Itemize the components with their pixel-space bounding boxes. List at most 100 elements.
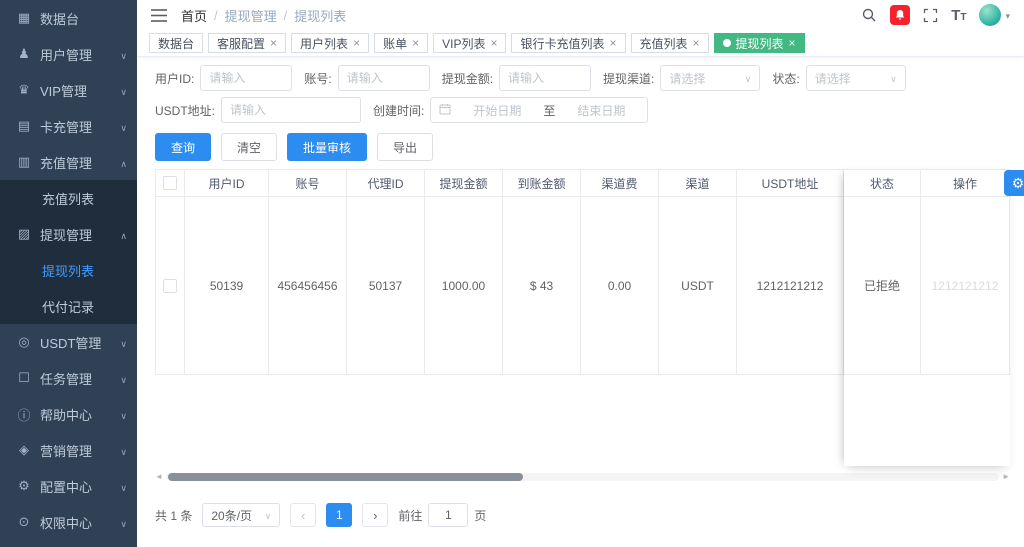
table-settings-gear-icon[interactable] [1004, 170, 1024, 196]
tags-view: 数据台 客服配置 用户列表 账单 VIP列表 银行卡充值列表 充值列表 提现列表 [137, 30, 1024, 57]
chevron-down-icon [745, 71, 752, 85]
fullscreen-icon[interactable] [923, 8, 938, 23]
filter-user-id: 用户ID: [155, 65, 292, 91]
page-size-value: 20条/页 [211, 507, 252, 524]
calendar-icon [439, 103, 451, 118]
notification-bell-icon[interactable] [890, 5, 910, 25]
sidebar-item-withdraw-mgmt[interactable]: 提现管理 [0, 216, 137, 252]
cell-channel: USDT [659, 197, 737, 375]
end-date-placeholder: 结束日期 [563, 102, 639, 119]
clear-button[interactable]: 清空 [221, 133, 277, 161]
header-action: 操作 [921, 169, 1010, 197]
chevron-down-icon [265, 508, 272, 522]
sidebar-item-label: 权限中心 [40, 513, 120, 532]
sidebar-item-permission-center[interactable]: 权限中心 [0, 504, 137, 540]
recharge-icon [16, 154, 32, 170]
row-checkbox[interactable] [163, 279, 177, 293]
filter-withdraw-amount: 提现金额: [442, 65, 591, 91]
tab-bill[interactable]: 账单 [374, 33, 428, 53]
font-size-icon[interactable] [951, 7, 966, 24]
tab-recharge-list[interactable]: 充值列表 [631, 33, 709, 53]
goto-page-input[interactable] [428, 503, 468, 527]
scrollbar-thumb[interactable] [168, 473, 523, 481]
batch-review-button[interactable]: 批量审核 [287, 133, 367, 161]
sidebar-item-help-center[interactable]: 帮助中心 [0, 396, 137, 432]
dashboard-icon [16, 10, 32, 26]
sidebar-item-recharge-mgmt[interactable]: 充值管理 [0, 144, 137, 180]
filter-created-time: 创建时间: 开始日期 至 结束日期 [373, 97, 648, 123]
sidebar-item-label: 卡充管理 [40, 117, 120, 136]
page-content: 用户ID: 账号: 提现金额: 提现渠道: 请选择 状态: [137, 57, 1024, 547]
usdt-address-input[interactable] [221, 97, 361, 123]
withdraw-amount-label: 提现金额: [442, 70, 493, 87]
sidebar-item-card-recharge-mgmt[interactable]: 卡充管理 [0, 108, 137, 144]
chevron-down-icon [120, 407, 127, 422]
sidebar-item-task-mgmt[interactable]: 任务管理 [0, 360, 137, 396]
sidebar-item-payment-records[interactable]: 代付记录 [0, 288, 137, 324]
filter-account: 账号: [304, 65, 429, 91]
scroll-right-arrow-icon[interactable]: ► [1002, 472, 1010, 481]
tab-dashboard[interactable]: 数据台 [149, 33, 203, 53]
sidebar-item-label: 帮助中心 [40, 405, 120, 424]
sidebar-item-marketing-mgmt[interactable]: 营销管理 [0, 432, 137, 468]
next-page-button[interactable]: › [362, 503, 388, 527]
header-usdt-address: USDT地址 [737, 169, 844, 197]
withdraw-submenu: 提现列表 代付记录 [0, 252, 137, 324]
status-select[interactable]: 请选择 [806, 65, 906, 91]
header-arrival-amount: 到账金额 [503, 169, 581, 197]
account-input[interactable] [338, 65, 430, 91]
sidebar-collapse-icon[interactable] [151, 9, 167, 22]
withdraw-channel-select[interactable]: 请选择 [660, 65, 760, 91]
export-button[interactable]: 导出 [377, 133, 433, 161]
cell-user-id: 50139 [185, 197, 269, 375]
search-button[interactable]: 查询 [155, 133, 211, 161]
prev-page-button[interactable]: ‹ [290, 503, 316, 527]
tab-user-list[interactable]: 用户列表 [291, 33, 369, 53]
sidebar-item-config-center[interactable]: 配置中心 [0, 468, 137, 504]
date-range-picker[interactable]: 开始日期 至 结束日期 [430, 97, 648, 123]
select-all-checkbox[interactable] [163, 176, 177, 190]
task-icon [16, 370, 32, 386]
breadcrumb-current: 提现列表 [294, 6, 346, 25]
sidebar-item-recharge-list[interactable]: 充值列表 [0, 180, 137, 216]
tab-customer-service-config[interactable]: 客服配置 [208, 33, 286, 53]
scrollbar-track[interactable] [166, 473, 999, 481]
breadcrumb-home[interactable]: 首页 [181, 6, 207, 25]
vip-icon [16, 82, 32, 98]
tab-vip-list[interactable]: VIP列表 [433, 33, 506, 53]
sidebar-item-label: 任务管理 [40, 369, 120, 388]
sidebar-item-withdraw-list[interactable]: 提现列表 [0, 252, 137, 288]
withdraw-amount-input[interactable] [499, 65, 591, 91]
sidebar-item-label: 配置中心 [40, 477, 120, 496]
row-select-cell [155, 197, 185, 375]
sidebar-item-usdt-mgmt[interactable]: USDT管理 [0, 324, 137, 360]
header-channel-fee: 渠道费 [581, 169, 659, 197]
current-page-button[interactable]: 1 [326, 503, 352, 527]
cell-withdraw-amount: 1000.00 [425, 197, 503, 375]
cell-channel-fee: 0.00 [581, 197, 659, 375]
filter-usdt-address: USDT地址: [155, 97, 361, 123]
table-header-fixed: 状态 操作 [844, 169, 1010, 197]
tab-withdraw-list[interactable]: 提现列表 [714, 33, 805, 53]
sidebar-item-vip-mgmt[interactable]: VIP管理 [0, 72, 137, 108]
search-icon[interactable] [861, 7, 877, 23]
sidebar-item-user-mgmt[interactable]: 用户管理 [0, 36, 137, 72]
user-avatar-menu[interactable] [979, 4, 1010, 26]
navbar: 首页 / 提现管理 / 提现列表 [137, 0, 1024, 30]
toolbar: 查询 清空 批量审核 导出 [155, 133, 1010, 161]
chevron-down-icon [120, 335, 127, 350]
tab-bank-card-recharge-list[interactable]: 银行卡充值列表 [511, 33, 625, 53]
pagination-total: 共 1 条 [155, 507, 192, 524]
usdt-address-label: USDT地址: [155, 102, 215, 119]
cell-status: 已拒绝 [844, 197, 921, 375]
header-status: 状态 [844, 169, 921, 197]
sidebar-item-dashboard[interactable]: 数据台 [0, 0, 137, 36]
start-date-placeholder: 开始日期 [459, 102, 535, 119]
created-time-label: 创建时间: [373, 102, 424, 119]
sidebar: 数据台 用户管理 VIP管理 卡充管理 充值管理 充值列表 提现管理 提现列表 … [0, 0, 137, 547]
permission-icon [16, 514, 32, 530]
user-id-input[interactable] [200, 65, 292, 91]
scroll-left-arrow-icon[interactable]: ◄ [155, 472, 163, 481]
page-size-select[interactable]: 20条/页 [202, 503, 280, 527]
gear-icon [16, 478, 32, 494]
